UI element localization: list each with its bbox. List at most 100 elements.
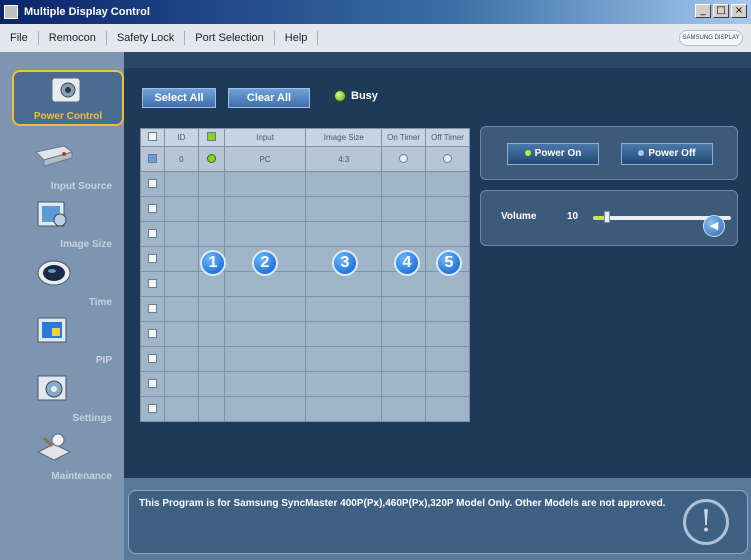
power-off-button[interactable]: Power Off	[621, 143, 713, 165]
grid-cell	[163, 221, 199, 247]
row-checkbox[interactable]	[147, 253, 157, 263]
sidebar-item-settings[interactable]: Settings	[14, 370, 116, 426]
row-checkbox[interactable]	[147, 328, 157, 338]
grid-cell	[381, 396, 427, 422]
row-checkbox[interactable]	[147, 278, 157, 288]
table-row[interactable]	[140, 321, 470, 347]
message-box: This Program is for Samsung SyncMaster 4…	[128, 490, 748, 554]
off-timer-indicator-icon	[443, 153, 453, 163]
row-checkbox[interactable]	[147, 153, 157, 163]
menu-safety-lock[interactable]: Safety Lock	[107, 31, 186, 45]
table-row[interactable]	[140, 246, 470, 272]
menu-help[interactable]: Help	[275, 31, 319, 45]
callout-1: 1	[200, 250, 226, 276]
row-off-timer	[425, 146, 470, 172]
select-all-button[interactable]: Select All	[142, 88, 216, 108]
row-checkbox-cell[interactable]	[140, 196, 165, 222]
close-button[interactable]: ×	[731, 4, 747, 18]
row-checkbox-cell[interactable]	[140, 221, 165, 247]
row-checkbox[interactable]	[147, 178, 157, 188]
power-on-button[interactable]: Power On	[507, 143, 599, 165]
callout-4: 4	[394, 250, 420, 276]
grid-cell	[381, 296, 427, 322]
menu-remocon[interactable]: Remocon	[39, 31, 107, 45]
row-checkbox-cell[interactable]	[140, 146, 165, 172]
grid-cell	[425, 296, 470, 322]
callout-3: 3	[332, 250, 358, 276]
row-checkbox[interactable]	[147, 228, 157, 238]
grid-cell	[197, 296, 225, 322]
row-checkbox[interactable]	[147, 303, 157, 313]
sidebar-item-input-source[interactable]: Input Source	[14, 138, 116, 194]
grid-cell	[305, 396, 383, 422]
row-checkbox-cell[interactable]	[140, 321, 165, 347]
row-on-timer	[381, 146, 427, 172]
grid-cell	[305, 371, 383, 397]
volume-slider-handle[interactable]	[603, 211, 610, 223]
header-select[interactable]	[140, 128, 165, 147]
callout-5: 5	[436, 250, 462, 276]
grid-cell	[197, 346, 225, 372]
select-all-checkbox[interactable]	[147, 132, 157, 141]
row-checkbox-cell[interactable]	[140, 346, 165, 372]
table-row[interactable]	[140, 271, 470, 297]
header-input: Input	[223, 128, 307, 147]
clear-all-button[interactable]: Clear All	[228, 88, 310, 108]
row-checkbox[interactable]	[147, 403, 157, 413]
minimize-button[interactable]: _	[695, 4, 711, 18]
grid-cell	[425, 196, 470, 222]
table-row[interactable]	[140, 371, 470, 397]
sidebar-item-label: Image Size	[60, 239, 112, 250]
table-row[interactable]	[140, 171, 470, 197]
grid-cell	[223, 396, 307, 422]
settings-icon	[37, 375, 67, 401]
row-checkbox-cell[interactable]	[140, 271, 165, 297]
menu-file[interactable]: File	[0, 31, 39, 45]
window-title: Multiple Display Control	[24, 6, 150, 18]
header-image-size: Image Size	[305, 128, 383, 147]
header-off-timer: Off Timer	[425, 128, 470, 147]
grid-cell	[425, 221, 470, 247]
table-row[interactable]: 0 PC 4:3	[140, 146, 470, 172]
speaker-icon[interactable]: ◀	[703, 215, 725, 237]
table-row[interactable]	[140, 221, 470, 247]
row-checkbox-cell[interactable]	[140, 396, 165, 422]
sidebar-item-maintenance[interactable]: Maintenance	[14, 428, 116, 484]
grid-cell	[197, 221, 225, 247]
maximize-button[interactable]: □	[713, 4, 729, 18]
message-bar: This Program is for Samsung SyncMaster 4…	[124, 478, 751, 560]
row-checkbox-cell[interactable]	[140, 246, 165, 272]
grid-cell	[381, 321, 427, 347]
busy-label: Busy	[351, 90, 378, 102]
menu-port-selection[interactable]: Port Selection	[185, 31, 275, 45]
window-controls: _ □ ×	[695, 4, 747, 18]
sidebar-item-power-control[interactable]: Power Control	[12, 70, 124, 126]
pip-icon	[37, 317, 67, 343]
sidebar-item-pip[interactable]: PIP	[14, 312, 116, 368]
sidebar-item-image-size[interactable]: Image Size	[14, 196, 116, 252]
table-row[interactable]	[140, 296, 470, 322]
header-on-timer: On Timer	[381, 128, 427, 147]
row-checkbox-cell[interactable]	[140, 371, 165, 397]
grid-cell	[163, 296, 199, 322]
input-source-icon	[34, 145, 74, 167]
grid-cell	[381, 221, 427, 247]
row-checkbox-cell[interactable]	[140, 171, 165, 197]
status-header-icon	[206, 132, 216, 141]
grid-cell	[425, 371, 470, 397]
grid-cell	[163, 396, 199, 422]
sidebar-item-time[interactable]: Time	[14, 254, 116, 310]
row-checkbox-cell[interactable]	[140, 296, 165, 322]
row-checkbox[interactable]	[147, 353, 157, 363]
main-panel: Select All Clear All Busy ID Input Image…	[124, 68, 751, 478]
row-status	[197, 146, 225, 172]
grid-cell	[197, 171, 225, 197]
table-row[interactable]	[140, 346, 470, 372]
table-row[interactable]	[140, 196, 470, 222]
grid-cell	[223, 221, 307, 247]
table-row[interactable]	[140, 396, 470, 422]
row-checkbox[interactable]	[147, 378, 157, 388]
grid-cell	[197, 371, 225, 397]
grid-header-row: ID Input Image Size On Timer Off Timer	[140, 128, 470, 147]
row-checkbox[interactable]	[147, 203, 157, 213]
